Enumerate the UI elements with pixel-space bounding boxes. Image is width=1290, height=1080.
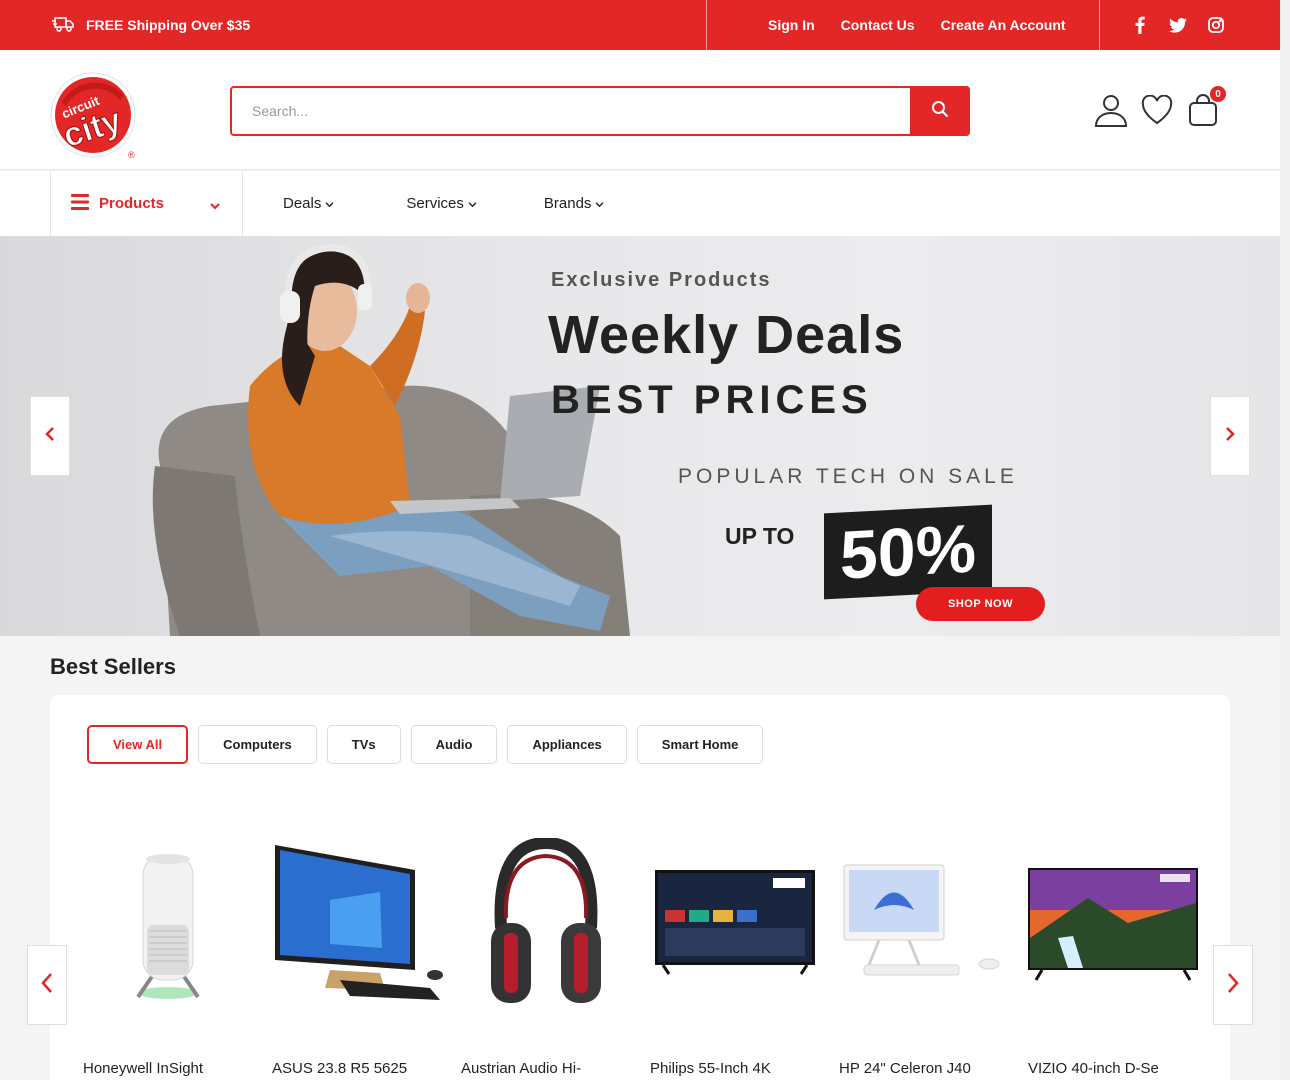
search-bar xyxy=(230,86,970,136)
facebook-icon[interactable] xyxy=(1131,16,1149,34)
social-links xyxy=(1131,0,1225,50)
product-card[interactable]: ASUS 23.8 R5 5625 xyxy=(267,830,447,1080)
product-card[interactable]: HP 24" Celeron J40 xyxy=(834,830,1014,1080)
product-card[interactable]: Austrian Audio Hi- xyxy=(456,830,636,1080)
twitter-icon[interactable] xyxy=(1169,16,1187,34)
products-menu-button[interactable]: Products xyxy=(50,171,243,236)
tab-view-all[interactable]: View All xyxy=(87,725,189,764)
hero-eyebrow: Exclusive Products xyxy=(551,269,772,291)
circuit-city-logo[interactable]: circuit city ® xyxy=(50,72,140,162)
chevron-left-icon xyxy=(41,972,53,999)
chevron-down-icon xyxy=(595,195,604,212)
chevron-left-icon xyxy=(45,426,55,447)
free-shipping-notice: FREE Shipping Over $35 xyxy=(52,0,250,50)
hero-headline: Weekly Deals xyxy=(548,305,905,365)
best-sellers-title: Best Sellers xyxy=(50,654,176,679)
product-image[interactable] xyxy=(267,830,447,1020)
nav-items: Deals Services Brands xyxy=(283,171,604,236)
chevron-down-icon xyxy=(210,197,220,214)
hamburger-icon xyxy=(71,193,89,214)
carousel-prev-button[interactable] xyxy=(27,945,67,1025)
nav-item-label: Deals xyxy=(283,195,322,212)
product-card[interactable]: Honeywell InSight xyxy=(78,830,258,1080)
product-name[interactable]: VIZIO 40-inch D-Se xyxy=(1028,1060,1208,1077)
main-nav: Products Deals Services Brands xyxy=(0,171,1280,236)
chevron-down-icon xyxy=(468,195,477,212)
divider xyxy=(706,0,707,50)
product-image[interactable] xyxy=(78,830,258,1020)
product-card[interactable]: VIZIO 40-inch D-Se xyxy=(1023,830,1203,1080)
cart-count-badge: 0 xyxy=(1210,86,1226,102)
products-label: Products xyxy=(99,195,165,212)
category-tabs: View All Computers TVs Audio Appliances … xyxy=(87,725,764,764)
create-account-link[interactable]: Create An Account xyxy=(941,17,1066,33)
hero-next-button[interactable] xyxy=(1210,396,1250,476)
svg-text:®: ® xyxy=(128,150,135,160)
hero-up-to-text: UP TO xyxy=(725,523,795,549)
contact-us-link[interactable]: Contact Us xyxy=(841,17,915,33)
chevron-right-icon xyxy=(1227,972,1239,999)
hero-woman-laptop-image xyxy=(152,244,630,636)
hero-popular-text: POPULAR TECH ON SALE xyxy=(678,465,1018,488)
header-icons: 0 xyxy=(1094,86,1226,128)
product-image[interactable] xyxy=(1023,830,1203,1020)
carousel-next-button[interactable] xyxy=(1213,945,1253,1025)
product-card[interactable]: Philips 55-Inch 4K xyxy=(645,830,825,1080)
shop-now-button[interactable]: SHOP NOW xyxy=(916,587,1045,621)
product-image[interactable] xyxy=(834,830,1014,1020)
tab-smart-home[interactable]: Smart Home xyxy=(636,725,764,764)
wishlist-heart-icon[interactable] xyxy=(1140,92,1174,128)
product-image[interactable] xyxy=(645,830,825,1020)
cart-icon[interactable]: 0 xyxy=(1186,86,1226,128)
divider xyxy=(1099,0,1100,50)
search-button[interactable] xyxy=(910,86,970,136)
instagram-icon[interactable] xyxy=(1207,16,1225,34)
product-name[interactable]: Philips 55-Inch 4K xyxy=(650,1060,830,1077)
account-icon[interactable] xyxy=(1094,92,1128,128)
hero-banner: Exclusive Products Weekly Deals BEST PRI… xyxy=(0,236,1280,636)
nav-item-label: Brands xyxy=(543,195,592,212)
tab-computers[interactable]: Computers xyxy=(198,725,317,764)
tab-audio[interactable]: Audio xyxy=(410,725,498,764)
tab-appliances[interactable]: Appliances xyxy=(507,725,627,764)
product-image[interactable] xyxy=(456,830,636,1020)
hero-prev-button[interactable] xyxy=(30,396,70,476)
product-name[interactable]: HP 24" Celeron J40 xyxy=(839,1060,1019,1077)
chevron-down-icon xyxy=(325,195,334,212)
truck-icon xyxy=(52,15,76,36)
product-carousel: Honeywell InSight ASUS 23.8 R5 5625 Aust… xyxy=(78,830,1208,1080)
hero-subheadline: BEST PRICES xyxy=(551,378,873,422)
nav-item-label: Services xyxy=(406,195,464,212)
nav-item-deals[interactable]: Deals xyxy=(283,195,334,212)
search-input[interactable] xyxy=(232,88,910,134)
tab-tvs[interactable]: TVs xyxy=(326,725,401,764)
product-name[interactable]: Austrian Audio Hi- xyxy=(461,1060,641,1077)
product-name[interactable]: Honeywell InSight xyxy=(83,1060,263,1077)
sign-in-link[interactable]: Sign In xyxy=(768,17,815,33)
shipping-text: FREE Shipping Over $35 xyxy=(86,17,251,33)
search-icon xyxy=(931,100,949,123)
best-sellers-panel: View All Computers TVs Audio Appliances … xyxy=(50,695,1230,1080)
nav-item-brands[interactable]: Brands xyxy=(544,195,605,212)
chevron-right-icon xyxy=(1225,426,1235,447)
top-bar: FREE Shipping Over $35 Sign In Contact U… xyxy=(0,0,1280,50)
site-header: circuit city ® 0 xyxy=(0,50,1280,170)
account-links: Sign In Contact Us Create An Account xyxy=(768,0,1066,50)
hero-discount-badge: 50% xyxy=(824,504,992,600)
product-name[interactable]: ASUS 23.8 R5 5625 xyxy=(272,1060,452,1077)
nav-item-services[interactable]: Services xyxy=(406,195,477,212)
page-scrollbar[interactable] xyxy=(1280,0,1290,1080)
